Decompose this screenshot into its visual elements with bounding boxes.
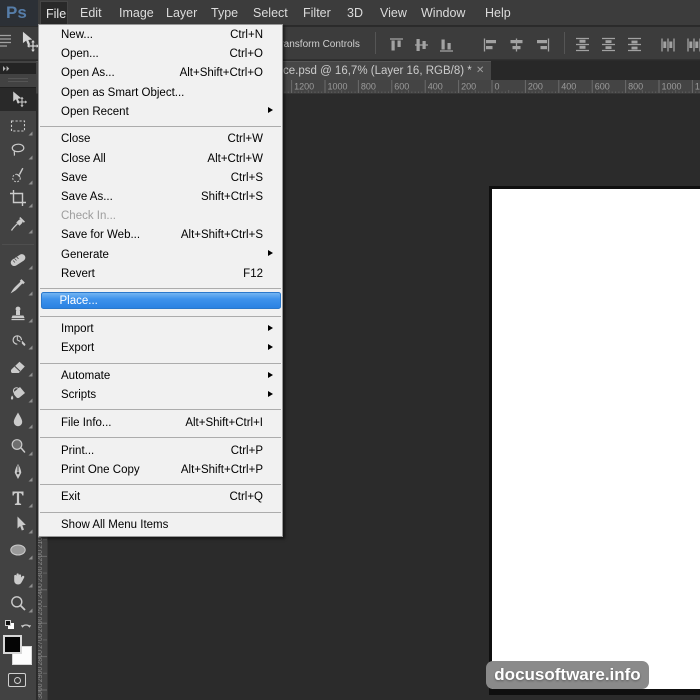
svg-text:400: 400 xyxy=(561,82,576,92)
svg-text:1200: 1200 xyxy=(695,82,700,92)
svg-text:2900: 2900 xyxy=(38,667,44,683)
svg-text:2600: 2600 xyxy=(38,617,44,633)
svg-text:400: 400 xyxy=(428,82,443,92)
svg-text:0: 0 xyxy=(495,82,500,92)
svg-text:600: 600 xyxy=(595,82,610,92)
svg-text:200: 200 xyxy=(461,82,476,92)
svg-text:1000: 1000 xyxy=(662,82,682,92)
svg-text:2800: 2800 xyxy=(38,650,44,666)
svg-text:2700: 2700 xyxy=(38,633,44,649)
svg-text:800: 800 xyxy=(361,82,376,92)
svg-text:600: 600 xyxy=(394,82,409,92)
svg-text:2500: 2500 xyxy=(38,600,44,616)
svg-text:1200: 1200 xyxy=(294,82,314,92)
svg-text:2200: 2200 xyxy=(38,550,44,566)
svg-text:2300: 2300 xyxy=(38,566,44,582)
svg-text:200: 200 xyxy=(528,82,543,92)
svg-text:2400: 2400 xyxy=(38,583,44,599)
svg-text:800: 800 xyxy=(628,82,643,92)
svg-text:3000: 3000 xyxy=(38,683,44,699)
svg-text:1000: 1000 xyxy=(328,82,348,92)
